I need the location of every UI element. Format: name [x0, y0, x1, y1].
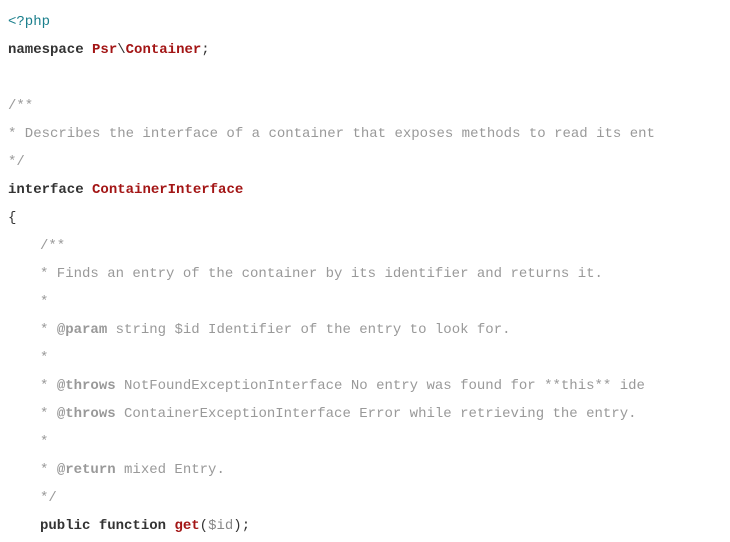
method-doc-throws-2: * @throws ContainerExceptionInterface Er… — [8, 400, 722, 428]
semicolon: ; — [201, 42, 209, 58]
interface-keyword: interface — [8, 182, 84, 198]
code-line-method: public function get($id); — [8, 512, 722, 540]
method-doc-throws-1: * @throws NotFoundExceptionInterface No … — [8, 372, 722, 400]
code-line-namespace: namespace Psr\Container; — [8, 36, 722, 64]
doc-prefix: * — [40, 378, 57, 394]
doc-prefix: * — [40, 462, 57, 478]
paren-close: ) — [233, 518, 241, 534]
return-tag: @return — [57, 462, 116, 478]
method-doc-open: /** — [8, 232, 722, 260]
method-doc-return: * @return mixed Entry. — [8, 456, 722, 484]
public-keyword: public — [40, 518, 90, 534]
namespace-separator: \ — [117, 42, 125, 58]
code-line-php-open: <?php — [8, 8, 722, 36]
code-line-interface: interface ContainerInterface — [8, 176, 722, 204]
throws-text: NotFoundExceptionInterface No entry was … — [116, 378, 645, 394]
param-var-id: $id — [208, 518, 233, 534]
throws-tag: @throws — [57, 406, 116, 422]
doc-prefix: * — [40, 406, 57, 422]
docblock-close: */ — [8, 148, 722, 176]
docblock-desc: * Describes the interface of a container… — [8, 120, 722, 148]
docblock-open: /** — [8, 92, 722, 120]
method-doc-desc: * Finds an entry of the container by its… — [8, 260, 722, 288]
brace-open: { — [8, 204, 722, 232]
doc-prefix: * — [40, 322, 57, 338]
namespace-keyword: namespace — [8, 42, 84, 58]
method-doc-close: */ — [8, 484, 722, 512]
return-text: mixed Entry. — [116, 462, 225, 478]
namespace-part-psr: Psr — [92, 42, 117, 58]
paren-open: ( — [200, 518, 208, 534]
method-doc-star: * — [8, 428, 722, 456]
semicolon: ; — [242, 518, 250, 534]
method-doc-star: * — [8, 344, 722, 372]
method-doc-param: * @param string $id Identifier of the en… — [8, 316, 722, 344]
method-doc-star: * — [8, 288, 722, 316]
interface-name: ContainerInterface — [92, 182, 243, 198]
method-name-get: get — [174, 518, 199, 534]
blank-line — [8, 64, 722, 92]
php-open-tag: <?php — [8, 14, 50, 30]
throws-tag: @throws — [57, 378, 116, 394]
param-text: string $id Identifier of the entry to lo… — [107, 322, 510, 338]
namespace-part-container: Container — [126, 42, 202, 58]
throws-text: ContainerExceptionInterface Error while … — [116, 406, 637, 422]
function-keyword: function — [99, 518, 166, 534]
param-tag: @param — [57, 322, 107, 338]
